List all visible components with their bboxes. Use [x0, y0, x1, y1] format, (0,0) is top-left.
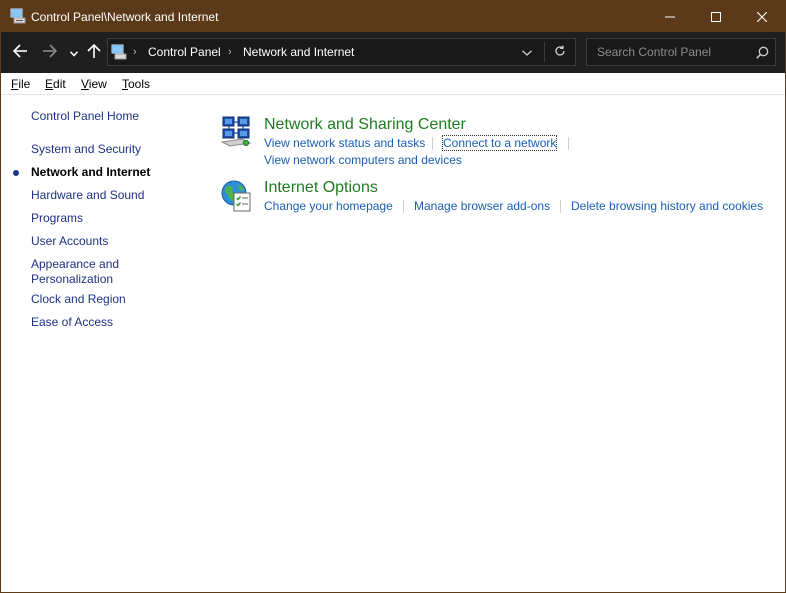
back-arrow-icon — [12, 44, 28, 61]
search-box[interactable] — [586, 38, 776, 66]
breadcrumb-network-and-internet[interactable]: Network and Internet — [243, 45, 354, 59]
delete-browsing-history-link[interactable]: Delete browsing history and cookies — [571, 199, 763, 213]
recent-locations-button[interactable] — [67, 32, 81, 73]
current-page-bullet — [13, 170, 19, 176]
sidebar-item-ease-of-access[interactable]: Ease of Access — [31, 315, 113, 330]
chevron-down-icon — [69, 46, 79, 60]
chevron-down-icon — [522, 45, 532, 59]
menu-tools[interactable]: Tools — [122, 77, 150, 91]
menu-tools-label: ools — [128, 77, 151, 91]
close-icon — [757, 11, 767, 22]
close-button[interactable] — [739, 1, 785, 32]
minimize-button[interactable] — [647, 1, 693, 32]
internet-options-link[interactable]: Internet Options — [264, 179, 378, 197]
menu-edit-accelerator: E — [45, 77, 54, 91]
control-panel-window: Control Panel\Network and Internet › Con… — [0, 0, 786, 593]
menu-bar: File Edit View Tools — [1, 73, 785, 95]
network-and-sharing-center-link[interactable]: Network and Sharing Center — [264, 116, 466, 134]
up-arrow-icon — [87, 43, 101, 62]
navigation-bar: › Control Panel › Network and Internet — [1, 32, 785, 73]
link-separator — [403, 200, 404, 213]
address-dropdown-button[interactable] — [518, 39, 536, 65]
search-icon[interactable] — [751, 39, 773, 65]
address-bar[interactable]: › Control Panel › Network and Internet — [107, 38, 576, 66]
sidebar-item-system-and-security[interactable]: System and Security — [31, 142, 141, 157]
sidebar-item-appearance-and-personalization[interactable]: Appearance and Personalization — [31, 257, 119, 287]
network-sharing-center-icon[interactable] — [220, 115, 254, 149]
up-button[interactable] — [85, 32, 103, 73]
internet-options-icon[interactable] — [220, 179, 254, 213]
refresh-button[interactable] — [550, 39, 570, 65]
back-button[interactable] — [9, 32, 31, 73]
sidebar-item-network-and-internet[interactable]: Network and Internet — [31, 165, 150, 180]
forward-button[interactable] — [39, 32, 61, 73]
control-panel-location-icon — [111, 44, 127, 60]
breadcrumb-chevron-icon[interactable]: › — [133, 39, 137, 65]
link-separator — [568, 137, 569, 150]
maximize-icon — [711, 11, 721, 22]
breadcrumb-control-panel[interactable]: Control Panel — [148, 45, 221, 59]
menu-view-accelerator: V — [81, 77, 89, 91]
link-separator — [560, 200, 561, 213]
view-network-status-link[interactable]: View network status and tasks — [264, 136, 425, 150]
forward-arrow-icon — [42, 44, 58, 61]
sidebar-item-hardware-and-sound[interactable]: Hardware and Sound — [31, 188, 144, 203]
menu-view-label: iew — [88, 77, 107, 91]
link-separator — [432, 137, 433, 150]
left-navigation-pane: Control Panel Home System and Security N… — [1, 95, 201, 592]
window-title: Control Panel\Network and Internet — [31, 10, 219, 24]
sidebar-item-user-accounts[interactable]: User Accounts — [31, 234, 108, 249]
change-homepage-link[interactable]: Change your homepage — [264, 199, 393, 213]
menu-edit[interactable]: Edit — [45, 77, 66, 91]
search-input[interactable] — [587, 39, 747, 65]
sidebar-item-programs[interactable]: Programs — [31, 211, 83, 226]
menu-file[interactable]: File — [11, 77, 30, 91]
maximize-button[interactable] — [693, 1, 739, 32]
sidebar-item-label-line2: Personalization — [31, 272, 114, 286]
title-bar[interactable]: Control Panel\Network and Internet — [1, 1, 785, 32]
connect-to-network-link[interactable]: Connect to a network — [441, 135, 558, 151]
sidebar-item-label-line1: Appearance and — [31, 257, 120, 271]
view-network-computers-link[interactable]: View network computers and devices — [264, 153, 462, 167]
menu-edit-label: dit — [53, 77, 66, 91]
breadcrumb-chevron-icon[interactable]: › — [228, 39, 232, 65]
address-divider — [544, 42, 545, 62]
menu-view[interactable]: View — [81, 77, 107, 91]
menu-file-label: ile — [18, 77, 31, 91]
manage-browser-addons-link[interactable]: Manage browser add-ons — [414, 199, 550, 213]
sidebar-item-clock-and-region[interactable]: Clock and Region — [31, 292, 126, 307]
sidebar-item-control-panel-home[interactable]: Control Panel Home — [31, 109, 139, 124]
main-content: Network and Sharing Center View network … — [201, 95, 785, 592]
refresh-icon — [554, 45, 566, 60]
control-panel-icon — [10, 8, 26, 24]
minimize-icon — [665, 12, 675, 22]
